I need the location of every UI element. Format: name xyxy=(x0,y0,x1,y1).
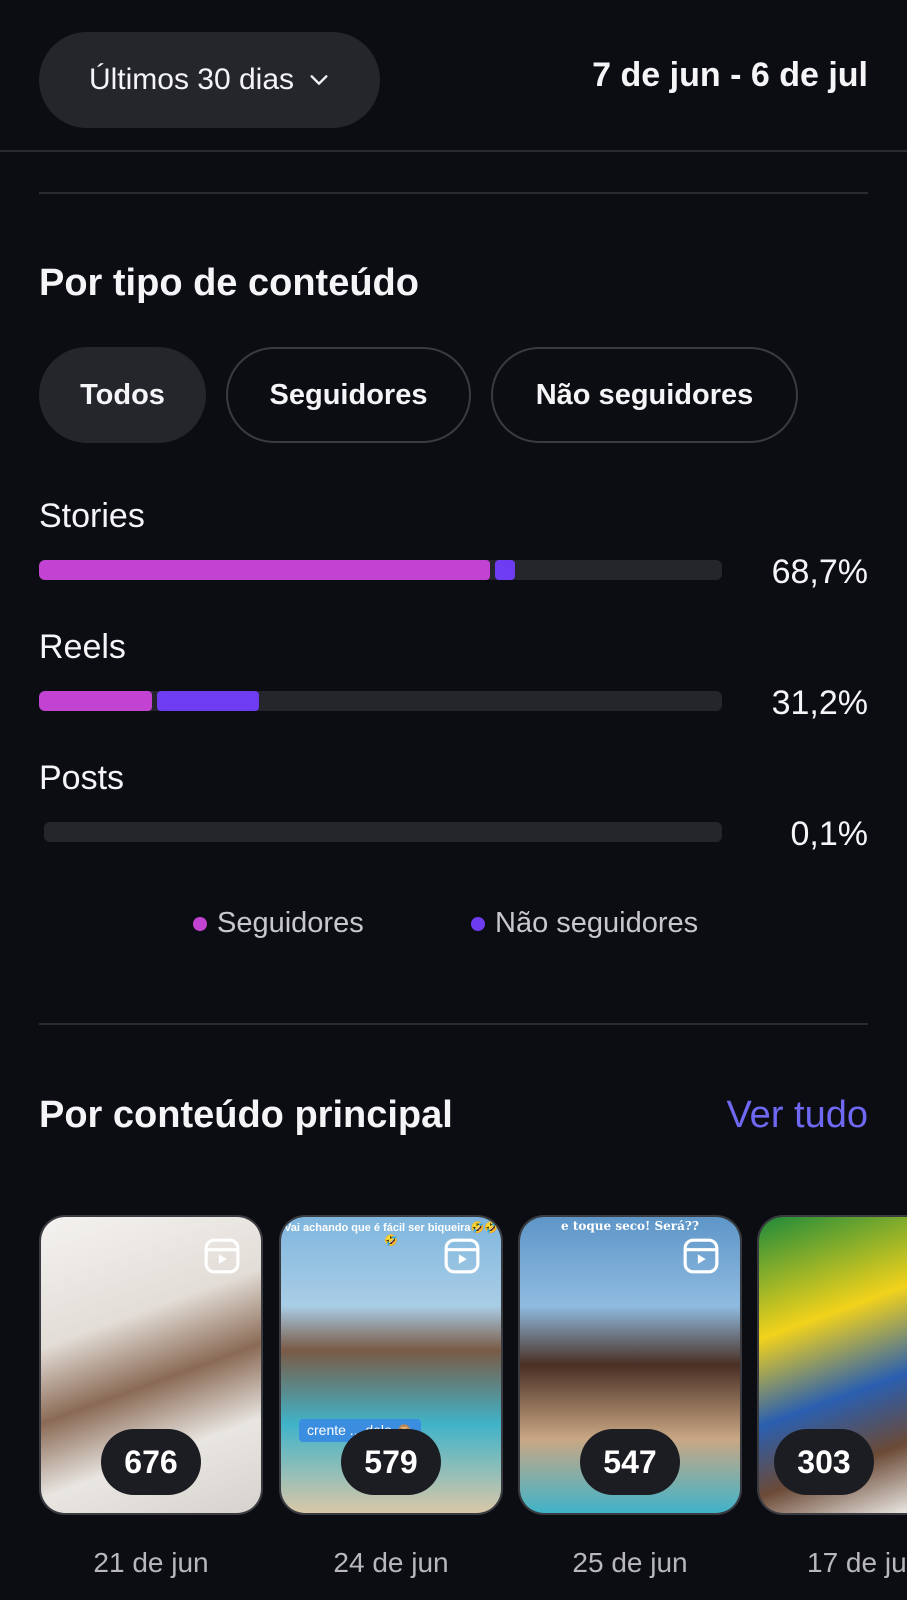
see-all-link[interactable]: Ver tudo xyxy=(726,1094,868,1137)
legend-dot-followers xyxy=(193,916,207,931)
filter-chip-label: Seguidores xyxy=(269,378,428,411)
bar-nonfollowers-reels xyxy=(157,691,259,711)
reels-icon xyxy=(204,1238,240,1274)
filter-chip-todos[interactable]: Todos xyxy=(39,347,206,443)
percent-stories: 68,7% xyxy=(771,553,868,591)
chevron-down-icon xyxy=(310,75,328,85)
thumbnail-overlay-text: e toque seco! Será?? xyxy=(561,1219,699,1233)
legend-nonfollowers: Não seguidores xyxy=(471,907,698,940)
percent-posts: 0,1% xyxy=(790,815,869,853)
content-type-title: Por tipo de conteúdo xyxy=(39,262,419,304)
content-thumbnail[interactable]: 303 xyxy=(757,1215,907,1515)
section-divider xyxy=(39,192,868,194)
row-label-stories: Stories xyxy=(39,497,145,535)
content-thumbnail[interactable]: 676 xyxy=(39,1215,263,1515)
reels-icon xyxy=(444,1238,480,1274)
view-count-badge: 676 xyxy=(101,1429,201,1495)
date-range-dropdown-label: Últimos 30 dias xyxy=(88,63,295,96)
thumbnail-date: 24 de jun xyxy=(333,1547,449,1578)
view-count-badge: 579 xyxy=(341,1429,441,1495)
date-range-dropdown[interactable]: Últimos 30 dias xyxy=(39,32,380,128)
date-range-text: 7 de jun - 6 de jul xyxy=(592,56,868,94)
legend-dot-nonfollowers xyxy=(471,916,485,931)
bar-followers-stories xyxy=(39,560,490,580)
filter-chip-seguidores[interactable]: Seguidores xyxy=(226,347,471,443)
bar-nonfollowers-stories xyxy=(495,560,515,580)
legend-label-followers: Seguidores xyxy=(217,907,364,939)
reels-icon xyxy=(683,1238,719,1274)
legend-label-nonfollowers: Não seguidores xyxy=(495,907,699,939)
bar-track-reels xyxy=(39,691,722,711)
content-thumbnail[interactable]: Vai achando que é fácil ser biqueira🤣🤣🤣 … xyxy=(279,1215,503,1515)
filter-chip-nao-seguidores[interactable]: Não seguidores xyxy=(491,347,798,443)
view-count-badge: 547 xyxy=(580,1429,680,1495)
legend-followers: Seguidores xyxy=(193,907,364,940)
view-count-badge: 303 xyxy=(774,1429,874,1495)
percent-reels: 31,2% xyxy=(771,684,868,722)
content-thumbnail[interactable]: e toque seco! Será?? 547 xyxy=(518,1215,742,1515)
row-label-reels: Reels xyxy=(39,628,126,666)
thumbnail-date: 21 de jun xyxy=(93,1547,209,1578)
filter-chip-label: Não seguidores xyxy=(535,378,754,411)
bar-track-posts xyxy=(44,822,722,842)
filter-chip-label: Todos xyxy=(80,378,165,411)
header-divider xyxy=(0,150,907,152)
section-divider xyxy=(39,1023,868,1025)
thumbnail-date: 17 de ju xyxy=(807,1547,907,1578)
row-label-posts: Posts xyxy=(39,759,125,797)
top-content-title: Por conteúdo principal xyxy=(39,1094,453,1136)
bar-track-stories xyxy=(39,560,722,580)
bar-followers-reels xyxy=(39,691,152,711)
thumbnail-date: 25 de jun xyxy=(572,1547,688,1578)
